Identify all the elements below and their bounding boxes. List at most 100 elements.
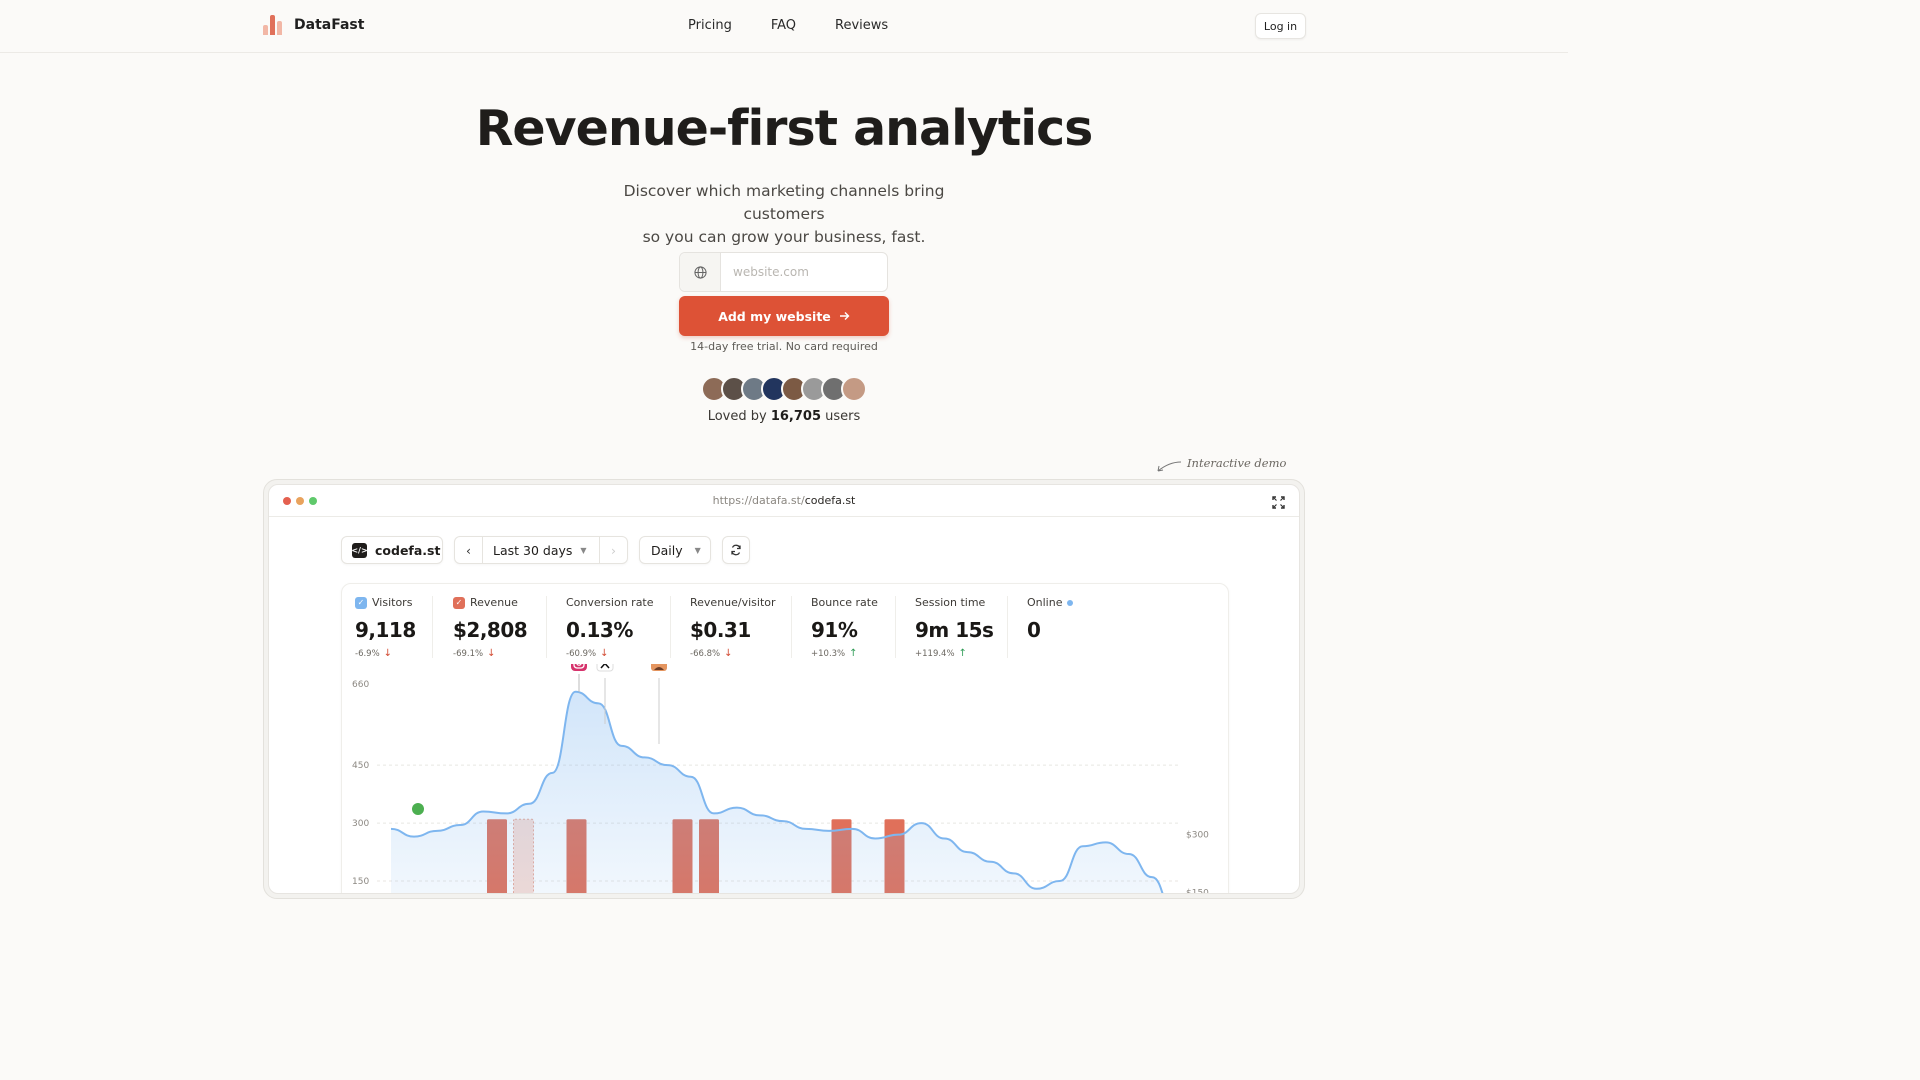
hero-title: Revenue-first analytics bbox=[475, 100, 1094, 157]
metric-value: $2,808 bbox=[453, 618, 528, 642]
metric-revenue-per-visitor[interactable]: Revenue/visitor $0.31 -66.8% ↓ bbox=[690, 596, 776, 659]
divider bbox=[895, 596, 896, 658]
loved-by-text: Loved by 16,705 users bbox=[0, 409, 1568, 424]
checkbox-checked-icon[interactable]: ✓ bbox=[453, 596, 465, 609]
arrow-down-icon: ↓ bbox=[487, 648, 496, 659]
y-axis-right-tick-label: $150 bbox=[1186, 889, 1209, 894]
y-axis-tick-label: 450 bbox=[352, 761, 369, 771]
y-axis-tick-label: 660 bbox=[352, 680, 369, 690]
divider bbox=[546, 596, 547, 658]
chevron-left-icon[interactable]: ‹ bbox=[455, 537, 483, 563]
metric-change: -60.9% bbox=[566, 648, 597, 659]
arrow-down-icon: ↓ bbox=[724, 648, 733, 659]
hero-subtitle-line-1: Discover which marketing channels bring … bbox=[623, 182, 945, 223]
top-nav: DataFast Pricing FAQ Reviews Log in bbox=[0, 0, 1568, 53]
metric-label: Revenue bbox=[470, 596, 518, 609]
metric-conversion-rate[interactable]: Conversion rate 0.13% -60.9% ↓ bbox=[566, 596, 654, 659]
url-prefix: https://datafa.st/ bbox=[712, 494, 805, 507]
code-icon: </> bbox=[351, 542, 368, 558]
expand-icon[interactable] bbox=[1272, 494, 1285, 513]
metric-online[interactable]: Online 0 bbox=[1027, 596, 1074, 642]
chevron-right-icon[interactable]: › bbox=[599, 537, 627, 563]
date-range-dropdown[interactable]: Last 30 days ▼ bbox=[483, 543, 599, 558]
user-avatar-marker-icon[interactable] bbox=[651, 664, 667, 671]
metric-label: Visitors bbox=[372, 596, 413, 609]
interactive-demo-note: Interactive demo bbox=[1187, 456, 1287, 470]
refresh-button[interactable] bbox=[722, 536, 750, 564]
brand-logo-icon bbox=[263, 15, 285, 35]
nav-links: Pricing FAQ Reviews bbox=[688, 18, 888, 33]
metric-visitors[interactable]: ✓ Visitors 9,118 -6.9% ↓ bbox=[355, 596, 416, 659]
site-selector[interactable]: </> codefa.st bbox=[341, 536, 443, 564]
visitors-revenue-chart[interactable]: 660 450 300 150 $300 $150 bbox=[342, 664, 1230, 894]
avatar bbox=[841, 376, 867, 402]
chevron-down-icon: ▼ bbox=[580, 545, 587, 555]
period-dropdown[interactable]: Daily ▼ bbox=[639, 536, 711, 564]
site-selector-label: codefa.st bbox=[375, 542, 441, 558]
hero-subtitle-line-2: so you can grow your business, fast. bbox=[642, 228, 926, 246]
metric-value: 9,118 bbox=[355, 618, 416, 642]
checkbox-checked-icon[interactable]: ✓ bbox=[355, 596, 367, 609]
website-input[interactable] bbox=[721, 253, 887, 291]
chevron-down-icon: ▼ bbox=[694, 545, 701, 555]
metric-label: Conversion rate bbox=[566, 596, 654, 609]
add-website-button[interactable]: Add my website bbox=[679, 296, 889, 336]
date-range-selector: ‹ Last 30 days ▼ › bbox=[454, 536, 628, 564]
current-point-icon bbox=[412, 803, 424, 815]
metric-change: -66.8% bbox=[690, 648, 721, 659]
analytics-card: ✓ Visitors 9,118 -6.9% ↓ ✓ Revenue $2,808 -… bbox=[341, 583, 1230, 894]
online-status-icon bbox=[1067, 599, 1074, 606]
nav-link-faq[interactable]: FAQ bbox=[771, 18, 796, 33]
browser-toolbar: https://datafa.st/codefa.st bbox=[269, 485, 1299, 517]
curved-arrow-icon bbox=[1157, 461, 1182, 472]
metric-value: 91% bbox=[811, 618, 858, 642]
metric-label: Online bbox=[1027, 596, 1063, 609]
y-axis-right-tick-label: $300 bbox=[1186, 831, 1209, 841]
user-avatars bbox=[701, 376, 867, 402]
address-bar: https://datafa.st/codefa.st bbox=[269, 494, 1299, 507]
visitors-area bbox=[391, 691, 1163, 893]
metric-value: $0.31 bbox=[690, 618, 751, 642]
divider bbox=[791, 596, 792, 658]
date-range-label: Last 30 days bbox=[493, 542, 573, 558]
metric-label: Bounce rate bbox=[811, 596, 878, 609]
brand[interactable]: DataFast bbox=[263, 15, 364, 35]
brand-name: DataFast bbox=[294, 17, 365, 33]
login-button[interactable]: Log in bbox=[1255, 13, 1306, 39]
y-axis-tick-label: 150 bbox=[352, 877, 369, 887]
arrow-up-icon: ↑ bbox=[958, 648, 967, 659]
loved-suffix: users bbox=[821, 409, 861, 424]
period-label: Daily bbox=[651, 542, 683, 558]
add-website-label: Add my website bbox=[718, 308, 831, 324]
instagram-icon[interactable] bbox=[571, 664, 587, 671]
x-twitter-icon[interactable] bbox=[596, 664, 614, 672]
nav-link-reviews[interactable]: Reviews bbox=[835, 18, 888, 33]
demo-browser-window[interactable]: https://datafa.st/codefa.st </> codefa.s… bbox=[268, 484, 1300, 894]
metric-change: +10.3% bbox=[811, 648, 846, 659]
metric-change: +119.4% bbox=[915, 648, 955, 659]
arrow-up-icon: ↑ bbox=[849, 648, 858, 659]
website-input-group bbox=[679, 252, 888, 292]
nav-link-pricing[interactable]: Pricing bbox=[688, 18, 732, 33]
loved-count: 16,705 bbox=[770, 409, 822, 424]
metric-bounce-rate[interactable]: Bounce rate 91% +10.3% ↑ bbox=[811, 596, 878, 659]
divider bbox=[432, 596, 433, 658]
metric-label: Revenue/visitor bbox=[690, 596, 776, 609]
metric-session-time[interactable]: Session time 9m 15s +119.4% ↑ bbox=[915, 596, 994, 659]
metric-value: 0 bbox=[1027, 618, 1041, 642]
metric-change: -69.1% bbox=[453, 648, 484, 659]
arrow-down-icon: ↓ bbox=[383, 648, 393, 659]
hero-subtitle: Discover which marketing channels bring … bbox=[584, 180, 984, 249]
arrow-down-icon: ↓ bbox=[600, 648, 609, 659]
loved-prefix: Loved by bbox=[707, 409, 771, 424]
metric-label: Session time bbox=[915, 596, 986, 609]
divider bbox=[1007, 596, 1008, 658]
trial-note: 14-day free trial. No card required bbox=[690, 340, 878, 353]
globe-icon bbox=[680, 253, 721, 291]
metric-value: 9m 15s bbox=[915, 618, 994, 642]
y-axis-tick-label: 300 bbox=[352, 819, 369, 829]
metric-value: 0.13% bbox=[566, 618, 633, 642]
url-site: codefa.st bbox=[804, 494, 856, 507]
metric-revenue[interactable]: ✓ Revenue $2,808 -69.1% ↓ bbox=[453, 596, 528, 659]
refresh-icon bbox=[731, 544, 741, 556]
